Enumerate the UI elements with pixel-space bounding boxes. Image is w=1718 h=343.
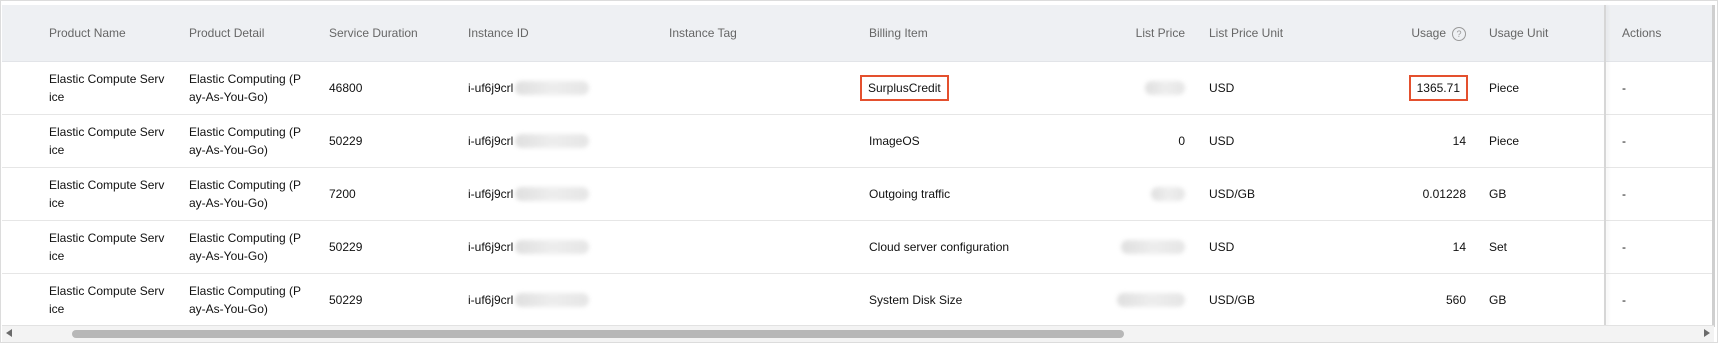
- cell-usage: 14: [1452, 240, 1466, 254]
- cell-list-price-unit: USD/GB: [1209, 187, 1256, 201]
- list-price-redacted: [1151, 187, 1185, 201]
- cell-usage: 560: [1445, 293, 1466, 307]
- col-header-usage: Usage?: [1332, 5, 1466, 61]
- cell-service-duration: 50229: [329, 134, 363, 148]
- cell-actions[interactable]: -: [1622, 62, 1702, 114]
- cell-list-price-unit: USD: [1209, 134, 1235, 148]
- cell-actions[interactable]: -: [1622, 115, 1702, 167]
- instance-id-text: i-uf6j9crl: [468, 293, 514, 307]
- cell-actions[interactable]: -: [1622, 274, 1702, 326]
- cell-product-name: Elastic Compute Service: [49, 231, 165, 263]
- col-header-instance-tag: Instance Tag: [669, 26, 737, 40]
- instance-id-redacted: [515, 134, 590, 148]
- col-header-usage-label: Usage: [1411, 26, 1446, 40]
- cell-product-detail: Elastic Computing (Pay-As-You-Go): [189, 284, 302, 316]
- table-row: Elastic Compute Service Elastic Computin…: [2, 221, 1714, 274]
- list-price-redacted: [1117, 293, 1185, 307]
- table-row: Elastic Compute Service Elastic Computin…: [2, 62, 1714, 115]
- cell-instance-id: i-uf6j9crl: [468, 221, 618, 273]
- instance-id-text: i-uf6j9crl: [468, 187, 514, 201]
- instance-id-redacted: [515, 187, 590, 201]
- cell-usage: 14: [1452, 134, 1466, 148]
- instance-id-text: i-uf6j9crl: [468, 81, 514, 95]
- cell-service-duration: 7200: [329, 187, 356, 201]
- cell-list-price: [1042, 62, 1185, 114]
- cell-list-price: [1042, 168, 1185, 220]
- instance-id-redacted: [515, 240, 590, 254]
- col-header-usage-unit: Usage Unit: [1489, 26, 1549, 40]
- cell-instance-id: i-uf6j9crl: [468, 115, 618, 167]
- cell-usage-unit: Piece: [1489, 81, 1520, 95]
- list-price-redacted: [1121, 240, 1185, 254]
- cell-service-duration: 46800: [329, 81, 363, 95]
- highlighted-usage: 1365.71: [1408, 75, 1469, 101]
- cell-usage-unit: GB: [1489, 187, 1507, 201]
- cell-list-price: 0: [1178, 134, 1185, 148]
- instance-id-text: i-uf6j9crl: [468, 240, 514, 254]
- cell-product-detail: Elastic Computing (Pay-As-You-Go): [189, 178, 302, 210]
- cell-service-duration: 50229: [329, 240, 363, 254]
- cell-billing-item: System Disk Size: [869, 293, 963, 307]
- cell-product-name: Elastic Compute Service: [49, 72, 165, 104]
- cell-list-price-unit: USD: [1209, 81, 1235, 95]
- table-row: Elastic Compute Service Elastic Computin…: [2, 274, 1714, 327]
- cell-instance-tag: [669, 168, 819, 220]
- billing-details-table: Product Name Product Detail Service Dura…: [0, 0, 1718, 343]
- cell-instance-tag: [669, 62, 819, 114]
- table-row: Elastic Compute Service Elastic Computin…: [2, 115, 1714, 168]
- cell-product-name: Elastic Compute Service: [49, 178, 165, 210]
- cell-list-price-unit: USD: [1209, 240, 1235, 254]
- col-header-product-detail: Product Detail: [189, 26, 265, 40]
- horizontal-scrollbar[interactable]: [2, 325, 1714, 342]
- cell-instance-id: i-uf6j9crl: [468, 168, 618, 220]
- cell-billing-item: Outgoing traffic: [869, 187, 951, 201]
- left-arrow-icon[interactable]: [6, 329, 12, 337]
- cell-service-duration: 50229: [329, 293, 363, 307]
- fixed-column-divider: [1604, 5, 1606, 327]
- col-header-list-price: List Price: [1135, 26, 1185, 40]
- cell-billing-item: ImageOS: [869, 134, 920, 148]
- vertical-scrollbar-edge[interactable]: [1712, 5, 1715, 327]
- cell-instance-id: i-uf6j9crl: [468, 274, 618, 326]
- cell-actions[interactable]: -: [1622, 221, 1702, 273]
- scrollbar-thumb[interactable]: [72, 330, 1124, 338]
- cell-instance-tag: [669, 274, 819, 326]
- cell-list-price-unit: USD/GB: [1209, 293, 1256, 307]
- col-header-product-name: Product Name: [49, 26, 126, 40]
- col-header-service-duration: Service Duration: [329, 26, 418, 40]
- highlighted-billing-item: SurplusCredit: [860, 75, 949, 101]
- cell-product-detail: Elastic Computing (Pay-As-You-Go): [189, 72, 302, 104]
- cell-billing-item: Cloud server configuration: [869, 240, 1010, 254]
- cell-billing-item: SurplusCredit: [860, 62, 1032, 114]
- cell-instance-id: i-uf6j9crl: [468, 62, 618, 114]
- cell-instance-tag: [669, 115, 819, 167]
- cell-actions[interactable]: -: [1622, 168, 1702, 220]
- cell-product-name: Elastic Compute Service: [49, 284, 165, 316]
- cell-instance-tag: [669, 221, 819, 273]
- col-header-instance-id: Instance ID: [468, 26, 529, 40]
- instance-id-redacted: [515, 293, 590, 307]
- cell-usage: 0.01228: [1422, 187, 1466, 201]
- instance-id-redacted: [515, 81, 590, 95]
- cell-usage-unit: GB: [1489, 293, 1507, 307]
- cell-product-name: Elastic Compute Service: [49, 125, 165, 157]
- cell-usage-unit: Set: [1489, 240, 1508, 254]
- help-icon[interactable]: ?: [1452, 26, 1466, 41]
- cell-list-price: [1042, 221, 1185, 273]
- list-price-redacted: [1145, 81, 1185, 95]
- cell-product-detail: Elastic Computing (Pay-As-You-Go): [189, 125, 302, 157]
- col-header-billing-item: Billing Item: [869, 26, 928, 40]
- table-row: Elastic Compute Service Elastic Computin…: [2, 168, 1714, 221]
- table-header: Product Name Product Detail Service Dura…: [2, 5, 1714, 62]
- col-header-list-price-unit: List Price Unit: [1209, 26, 1284, 40]
- right-arrow-icon[interactable]: [1704, 329, 1710, 337]
- instance-id-text: i-uf6j9crl: [468, 134, 514, 148]
- col-header-actions: Actions: [1622, 26, 1662, 40]
- cell-list-price: [1042, 274, 1185, 326]
- cell-usage-unit: Piece: [1489, 134, 1520, 148]
- cell-usage: 1365.71: [1332, 62, 1469, 114]
- cell-product-detail: Elastic Computing (Pay-As-You-Go): [189, 231, 302, 263]
